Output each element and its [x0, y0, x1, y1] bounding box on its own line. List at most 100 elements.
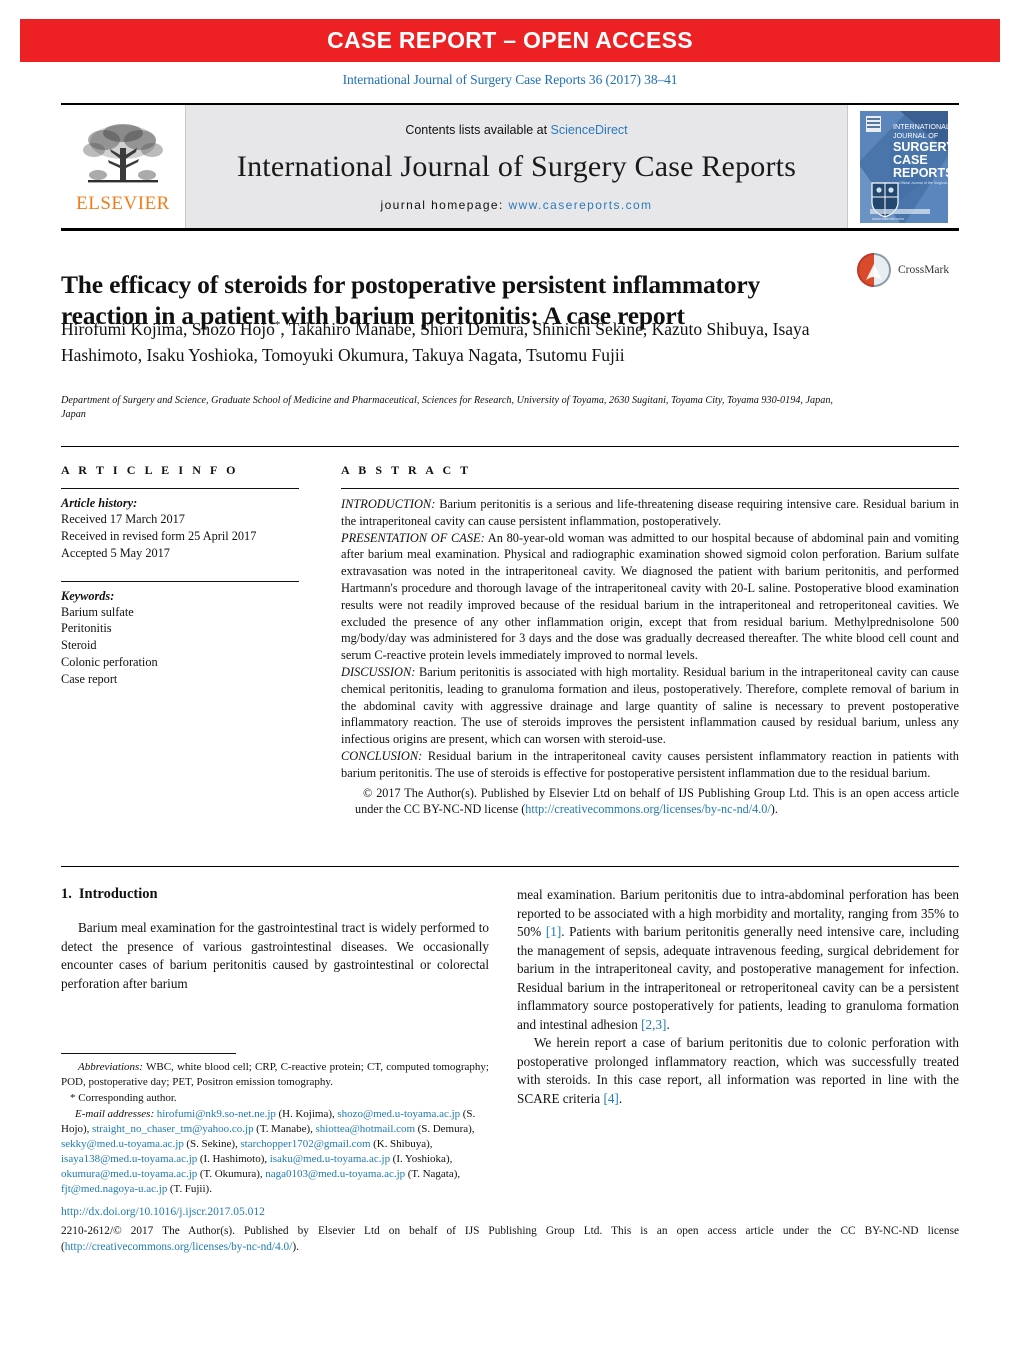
elsevier-logo: ELSEVIER [61, 105, 186, 228]
introduction-paragraph-left: Barium meal examination for the gastroin… [61, 920, 489, 991]
abstract-copyright: © 2017 The Author(s). Published by Elsev… [341, 785, 959, 818]
footer-copyright-suffix: ). [292, 1240, 299, 1253]
abstract-copyright-suffix: ). [770, 802, 778, 817]
email-link[interactable]: isaku@med.u-toyama.ac.jp [270, 1153, 390, 1165]
footnote-email-addresses: E-mail addresses: hirofumi@nk9.so-net.ne… [61, 1107, 489, 1197]
article-info-heading: A R T I C L E I N F O [61, 463, 239, 477]
email-addresses-label: E-mail addresses: [75, 1108, 155, 1120]
intro-right-text-c: . [666, 1016, 670, 1032]
intro-para2-text-a: We herein report a case of barium perito… [517, 1035, 959, 1107]
authors-line-1b: , Takahiro Manabe, Shiori Demura, Shinic… [280, 319, 648, 339]
email-link[interactable]: isaya138@med.u-toyama.ac.jp [61, 1153, 197, 1165]
email-owner-name: (I. Yoshioka), [390, 1153, 453, 1165]
email-owner-name: (I. Hashimoto), [197, 1153, 270, 1165]
keywords-rule [61, 580, 299, 582]
abstract-section-conclusion: CONCLUSION: Residual barium in the intra… [341, 748, 959, 782]
email-link[interactable]: hirofumi@nk9.so-net.ne.jp [157, 1108, 276, 1120]
keyword-item: Barium sulfate [61, 604, 134, 619]
body-column-left: 1. Introduction Barium meal examination f… [61, 886, 489, 993]
introduction-paragraph-2: We herein report a case of barium perito… [517, 1034, 959, 1108]
journal-title: International Journal of Surgery Case Re… [236, 150, 797, 183]
article-history-accepted: Accepted 5 May 2017 [61, 545, 170, 560]
elsevier-tree-icon [83, 123, 163, 182]
abstract-label-presentation: PRESENTATION OF CASE: [341, 530, 485, 545]
citation-ref-4[interactable]: [4] [603, 1091, 618, 1106]
article-history-label: Article history: [61, 496, 138, 510]
homepage-prefix: journal homepage: [380, 198, 509, 212]
email-link[interactable]: straight_no_chaser_tm@yahoo.co.jp [92, 1123, 254, 1135]
banner-label: CASE REPORT – OPEN ACCESS [327, 27, 693, 53]
email-link[interactable]: shozo@med.u-toyama.ac.jp [337, 1108, 460, 1120]
article-info-column: A R T I C L E I N F O Article history: R… [61, 463, 299, 688]
svg-text:Official Journal of the Surgic: Official Journal of the Surgical Associa… [899, 181, 948, 185]
abbreviations-label: Abbreviations: [78, 1061, 143, 1073]
crossmark-badge[interactable]: CrossMark [856, 248, 960, 292]
article-info-spacer [61, 562, 299, 575]
authors-line-3: Tsutomu Fujii [526, 344, 625, 365]
abstract-text-conclusion: Residual barium in the intraperitoneal c… [341, 748, 959, 780]
footer-copyright: 2210-2612/© 2017 The Author(s). Publishe… [61, 1224, 959, 1256]
introduction-heading: 1. Introduction [61, 886, 489, 903]
abstract-label-introduction: INTRODUCTION: [341, 497, 436, 511]
abstract-rule [341, 488, 959, 489]
footnote-block: Abbreviations: WBC, white blood cell; CR… [61, 1060, 489, 1197]
email-owner-name: (T. Nagata), [405, 1168, 461, 1180]
contents-prefix: Contents lists available at [405, 123, 551, 137]
article-history-revised: Received in revised form 25 April 2017 [61, 528, 257, 543]
email-link[interactable]: naga0103@med.u-toyama.ac.jp [265, 1168, 405, 1180]
authors-line-1: Hirofumi Kojima, Shozo Hojo [61, 319, 275, 339]
abstract-text-discussion: Barium peritonitis is associated with hi… [341, 664, 959, 747]
elsevier-wordmark: ELSEVIER [76, 192, 170, 214]
keywords-label: Keywords: [61, 588, 115, 603]
citation-ref-2[interactable]: [2,3] [641, 1017, 666, 1032]
abstract-heading: A B S T R A C T [341, 463, 472, 477]
svg-text:SURGERY: SURGERY [893, 140, 948, 154]
homepage-url-link[interactable]: www.casereports.com [508, 198, 652, 212]
email-link[interactable]: fjt@med.nagoya-u.ac.jp [61, 1183, 167, 1195]
svg-text:CASE: CASE [893, 153, 928, 167]
crossmark-icon [857, 253, 891, 287]
introduction-paragraph-right: meal examination. Barium peritonitis due… [517, 886, 959, 1034]
open-access-banner: CASE REPORT – OPEN ACCESS [20, 19, 1000, 62]
abstract-column: A B S T R A C T INTRODUCTION: Barium per… [341, 463, 959, 830]
keyword-item: Colonic perforation [61, 655, 158, 670]
intro-right-text-b: . Patients with barium peritonitis gener… [517, 924, 959, 1032]
info-section-bottom-rule [61, 866, 959, 867]
footnote-abbreviations: Abbreviations: WBC, white blood cell; CR… [61, 1060, 489, 1090]
article-history-received: Received 17 March 2017 [61, 512, 185, 526]
email-owner-name: (T. Fujii). [167, 1183, 212, 1195]
masthead-center: Contents lists available at ScienceDirec… [186, 105, 847, 228]
sciencedirect-link[interactable]: ScienceDirect [551, 123, 628, 137]
journal-cover-thumbnail[interactable]: INTERNATIONAL JOURNAL OF SURGERY CASE RE… [847, 105, 959, 228]
email-link[interactable]: sekky@med.u-toyama.ac.jp [61, 1138, 184, 1150]
svg-text:www.elsevier.com: www.elsevier.com [872, 216, 904, 221]
email-owner-name: (K. Shibuya), [370, 1138, 433, 1150]
body-column-right: meal examination. Barium peritonitis due… [517, 886, 959, 1109]
introduction-number: 1. [61, 886, 72, 902]
abstract-text-presentation: An 80-year-old woman was admitted to our… [341, 530, 960, 663]
svg-text:JOURNAL OF: JOURNAL OF [893, 131, 939, 140]
doi-link[interactable]: http://dx.doi.org/10.1016/j.ijscr.2017.0… [61, 1206, 265, 1218]
citation-ref-1[interactable]: [1] [546, 924, 561, 939]
corresponding-text: Corresponding author. [75, 1092, 177, 1104]
abstract-section-discussion: DISCUSSION: Barium peritonitis is associ… [341, 664, 959, 748]
cc-license-link[interactable]: http://creativecommons.org/licenses/by-n… [525, 802, 771, 816]
author-list: Hirofumi Kojima, Shozo Hojo*, Takahiro M… [61, 317, 881, 368]
email-link[interactable]: shiottea@hotmail.com [315, 1123, 415, 1135]
email-link[interactable]: okumura@med.u-toyama.ac.jp [61, 1168, 197, 1180]
email-owner-name: (S. Demura), [415, 1123, 475, 1135]
journal-masthead: ELSEVIER Contents lists available at Sci… [61, 103, 959, 231]
abstract-label-discussion: DISCUSSION: [341, 664, 416, 679]
svg-text:REPORTS: REPORTS [893, 166, 948, 180]
footer-license-link[interactable]: http://creativecommons.org/licenses/by-n… [65, 1241, 293, 1253]
email-owner-name: (S. Sekine), [183, 1138, 241, 1150]
footnote-separator-rule [61, 1053, 236, 1054]
email-list: hirofumi@nk9.so-net.ne.jp (H. Kojima), s… [61, 1108, 475, 1195]
article-info-rule [61, 488, 299, 489]
journal-homepage-line: journal homepage: www.casereports.com [381, 198, 653, 212]
contents-available-line: Contents lists available at ScienceDirec… [405, 123, 627, 137]
keyword-item: Case report [61, 671, 118, 686]
email-link[interactable]: starchopper1702@gmail.com [240, 1138, 370, 1150]
abstract-section-presentation: PRESENTATION OF CASE: An 80-year-old wom… [341, 530, 959, 664]
email-owner-name: (T. Okumura), [197, 1168, 266, 1180]
